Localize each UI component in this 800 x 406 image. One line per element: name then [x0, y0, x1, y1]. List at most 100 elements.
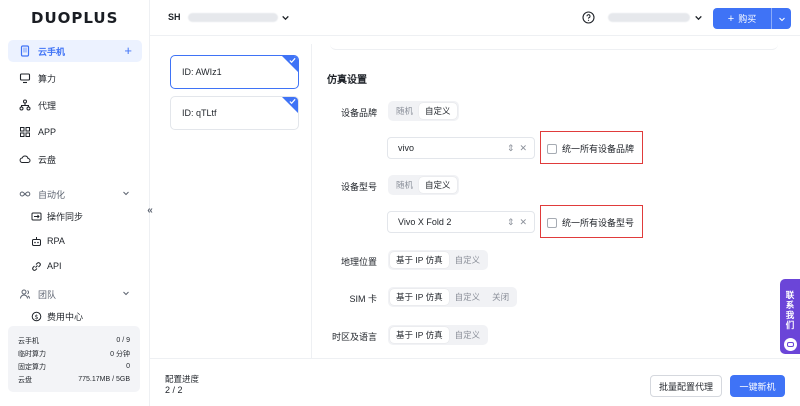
location-label: 地理位置 — [340, 257, 377, 267]
device-card[interactable]: ID: AWIz1 — [170, 55, 299, 89]
sidebar-item-sync[interactable]: 操作同步 — [30, 206, 142, 226]
sidebar-item-label: 云盘 — [38, 154, 57, 165]
plus-icon: + — [727, 12, 735, 25]
sidebar-item-cloud-drive[interactable]: 云盘 — [8, 148, 142, 170]
stat-row: 云手机 0 / 9 — [18, 334, 130, 347]
group-label: 团队 — [38, 289, 57, 300]
timezone-mode-toggle: 基于 IP 仿真 自定义 — [388, 325, 489, 345]
checkbox-label: 统一所有设备型号 — [562, 218, 635, 228]
stat-row: 云盘 775.17MB / 5GB — [18, 373, 130, 386]
sim-label: SIM 卡 — [349, 294, 377, 304]
cloud-icon — [18, 152, 32, 166]
usage-stats-panel: 云手机 0 / 9 临时算力 0 分钟 固定算力 0 云盘 775.17MB / 5GB — [8, 326, 140, 392]
sidebar-item-label: APP — [38, 127, 57, 137]
device-card[interactable]: ID: qTLtf — [170, 96, 299, 130]
sort-icon[interactable]: ⇕ — [507, 143, 515, 154]
sidebar-item-label: 操作同步 — [47, 211, 84, 222]
sidebar-group-team[interactable]: 团队 — [8, 284, 142, 304]
sidebar-item-app[interactable]: APP — [8, 121, 142, 143]
sim-option-custom[interactable]: 自定义 — [449, 289, 487, 305]
stat-label: 云盘 — [18, 376, 32, 384]
sidebar-item-compute[interactable]: 算力 — [8, 67, 142, 89]
buy-button-main[interactable]: + 购买 — [713, 12, 771, 25]
sync-icon — [30, 210, 42, 222]
batch-proxy-button[interactable]: 批量配置代理 — [650, 375, 722, 397]
unify-brand-checkbox[interactable]: 统一所有设备品牌 — [547, 142, 634, 155]
checkbox-box[interactable] — [547, 217, 557, 228]
region-label: SH — [168, 12, 181, 22]
sidebar-item-cloud-phone[interactable]: 云手机 + — [8, 40, 142, 62]
brand-option-random[interactable]: 随机 — [390, 103, 419, 119]
buy-dropdown-toggle[interactable] — [771, 8, 791, 29]
chevron-down-icon[interactable] — [281, 13, 290, 24]
link-icon — [30, 260, 42, 272]
sidebar-item-label: 费用中心 — [47, 311, 84, 322]
brand-mode-toggle: 随机 自定义 — [388, 101, 459, 121]
stat-label: 云手机 — [18, 337, 39, 345]
chat-icon — [783, 338, 797, 351]
settings-pane — [311, 44, 781, 358]
check-icon — [289, 98, 296, 105]
sim-option-ip[interactable]: 基于 IP 仿真 — [390, 289, 449, 305]
robot-icon — [30, 235, 42, 247]
timezone-option-custom[interactable]: 自定义 — [449, 327, 487, 343]
sim-mode-toggle: 基于 IP 仿真 自定义 关闭 — [388, 287, 518, 307]
team-icon — [18, 287, 32, 301]
device-id: ID: qTLtf — [182, 108, 217, 118]
brand-select[interactable]: vivo ⇕ ✕ — [387, 137, 535, 159]
sidebar: DUOPLUS 云手机 + 算力 代理 APP 云盘 自动化 操作同步 RPA … — [0, 0, 150, 406]
clear-icon[interactable]: ✕ — [519, 217, 527, 228]
stat-row: 临时算力 0 分钟 — [18, 347, 130, 360]
sidebar-item-label: 云手机 — [38, 46, 66, 57]
dollar-icon: $ — [30, 310, 42, 322]
checkbox-label: 统一所有设备品牌 — [562, 144, 635, 154]
stat-value: 0 / 9 — [116, 337, 130, 344]
sidebar-item-billing[interactable]: $ 费用中心 — [30, 306, 142, 326]
add-phone-icon[interactable]: + — [124, 43, 132, 58]
brand-label: 设备品牌 — [340, 108, 377, 118]
sidebar-item-label: 代理 — [38, 100, 57, 111]
location-option-ip[interactable]: 基于 IP 仿真 — [390, 252, 449, 268]
model-mode-toggle: 随机 自定义 — [388, 175, 459, 195]
progress-value: 2 / 2 — [165, 385, 183, 395]
sim-option-off[interactable]: 关闭 — [486, 289, 515, 305]
location-option-custom[interactable]: 自定义 — [449, 252, 487, 268]
model-label: 设备型号 — [340, 182, 377, 192]
brand-logo[interactable]: DUOPLUS — [31, 9, 118, 27]
model-select[interactable]: Vivo X Fold 2 ⇕ ✕ — [387, 211, 535, 233]
help-icon[interactable] — [582, 11, 595, 24]
new-device-button[interactable]: 一键新机 — [730, 375, 785, 397]
chevron-down-icon[interactable] — [694, 13, 703, 24]
collapse-sidebar-button[interactable]: « — [144, 203, 156, 217]
stat-label: 固定算力 — [18, 363, 46, 371]
contact-us-tab[interactable]: 联系我们 — [780, 279, 800, 354]
redacted-user-name — [608, 13, 690, 22]
sidebar-item-rpa[interactable]: RPA — [30, 231, 142, 251]
svg-text:$: $ — [34, 312, 38, 320]
timezone-option-ip[interactable]: 基于 IP 仿真 — [390, 327, 449, 343]
sort-icon[interactable]: ⇕ — [507, 217, 515, 228]
buy-label: 购买 — [738, 14, 757, 24]
apps-grid-icon — [18, 125, 32, 139]
buy-button[interactable]: + 购买 — [713, 8, 791, 29]
section-title: 仿真设置 — [327, 75, 367, 86]
group-label: 自动化 — [38, 189, 66, 200]
phone-icon — [18, 44, 32, 58]
model-option-custom[interactable]: 自定义 — [419, 177, 457, 193]
brand-select-value: vivo — [398, 143, 415, 153]
brand-option-custom[interactable]: 自定义 — [419, 103, 457, 119]
clear-icon[interactable]: ✕ — [519, 143, 527, 154]
footer-bar: 配置进度 2 / 2 批量配置代理 一键新机 — [150, 358, 800, 406]
timezone-label: 时区及语言 — [331, 332, 377, 342]
sidebar-item-proxy[interactable]: 代理 — [8, 94, 142, 116]
checkbox-box[interactable] — [547, 143, 557, 154]
stat-value: 0 分钟 — [110, 350, 130, 358]
sidebar-group-automation[interactable]: 自动化 — [8, 184, 142, 204]
top-header: SH + 购买 — [150, 0, 800, 36]
sidebar-item-api[interactable]: API — [30, 256, 142, 276]
model-option-random[interactable]: 随机 — [390, 177, 419, 193]
sidebar-item-label: RPA — [47, 236, 65, 246]
sidebar-item-label: API — [47, 261, 62, 271]
chevron-down-icon — [122, 289, 130, 299]
unify-model-checkbox[interactable]: 统一所有设备型号 — [547, 216, 634, 229]
